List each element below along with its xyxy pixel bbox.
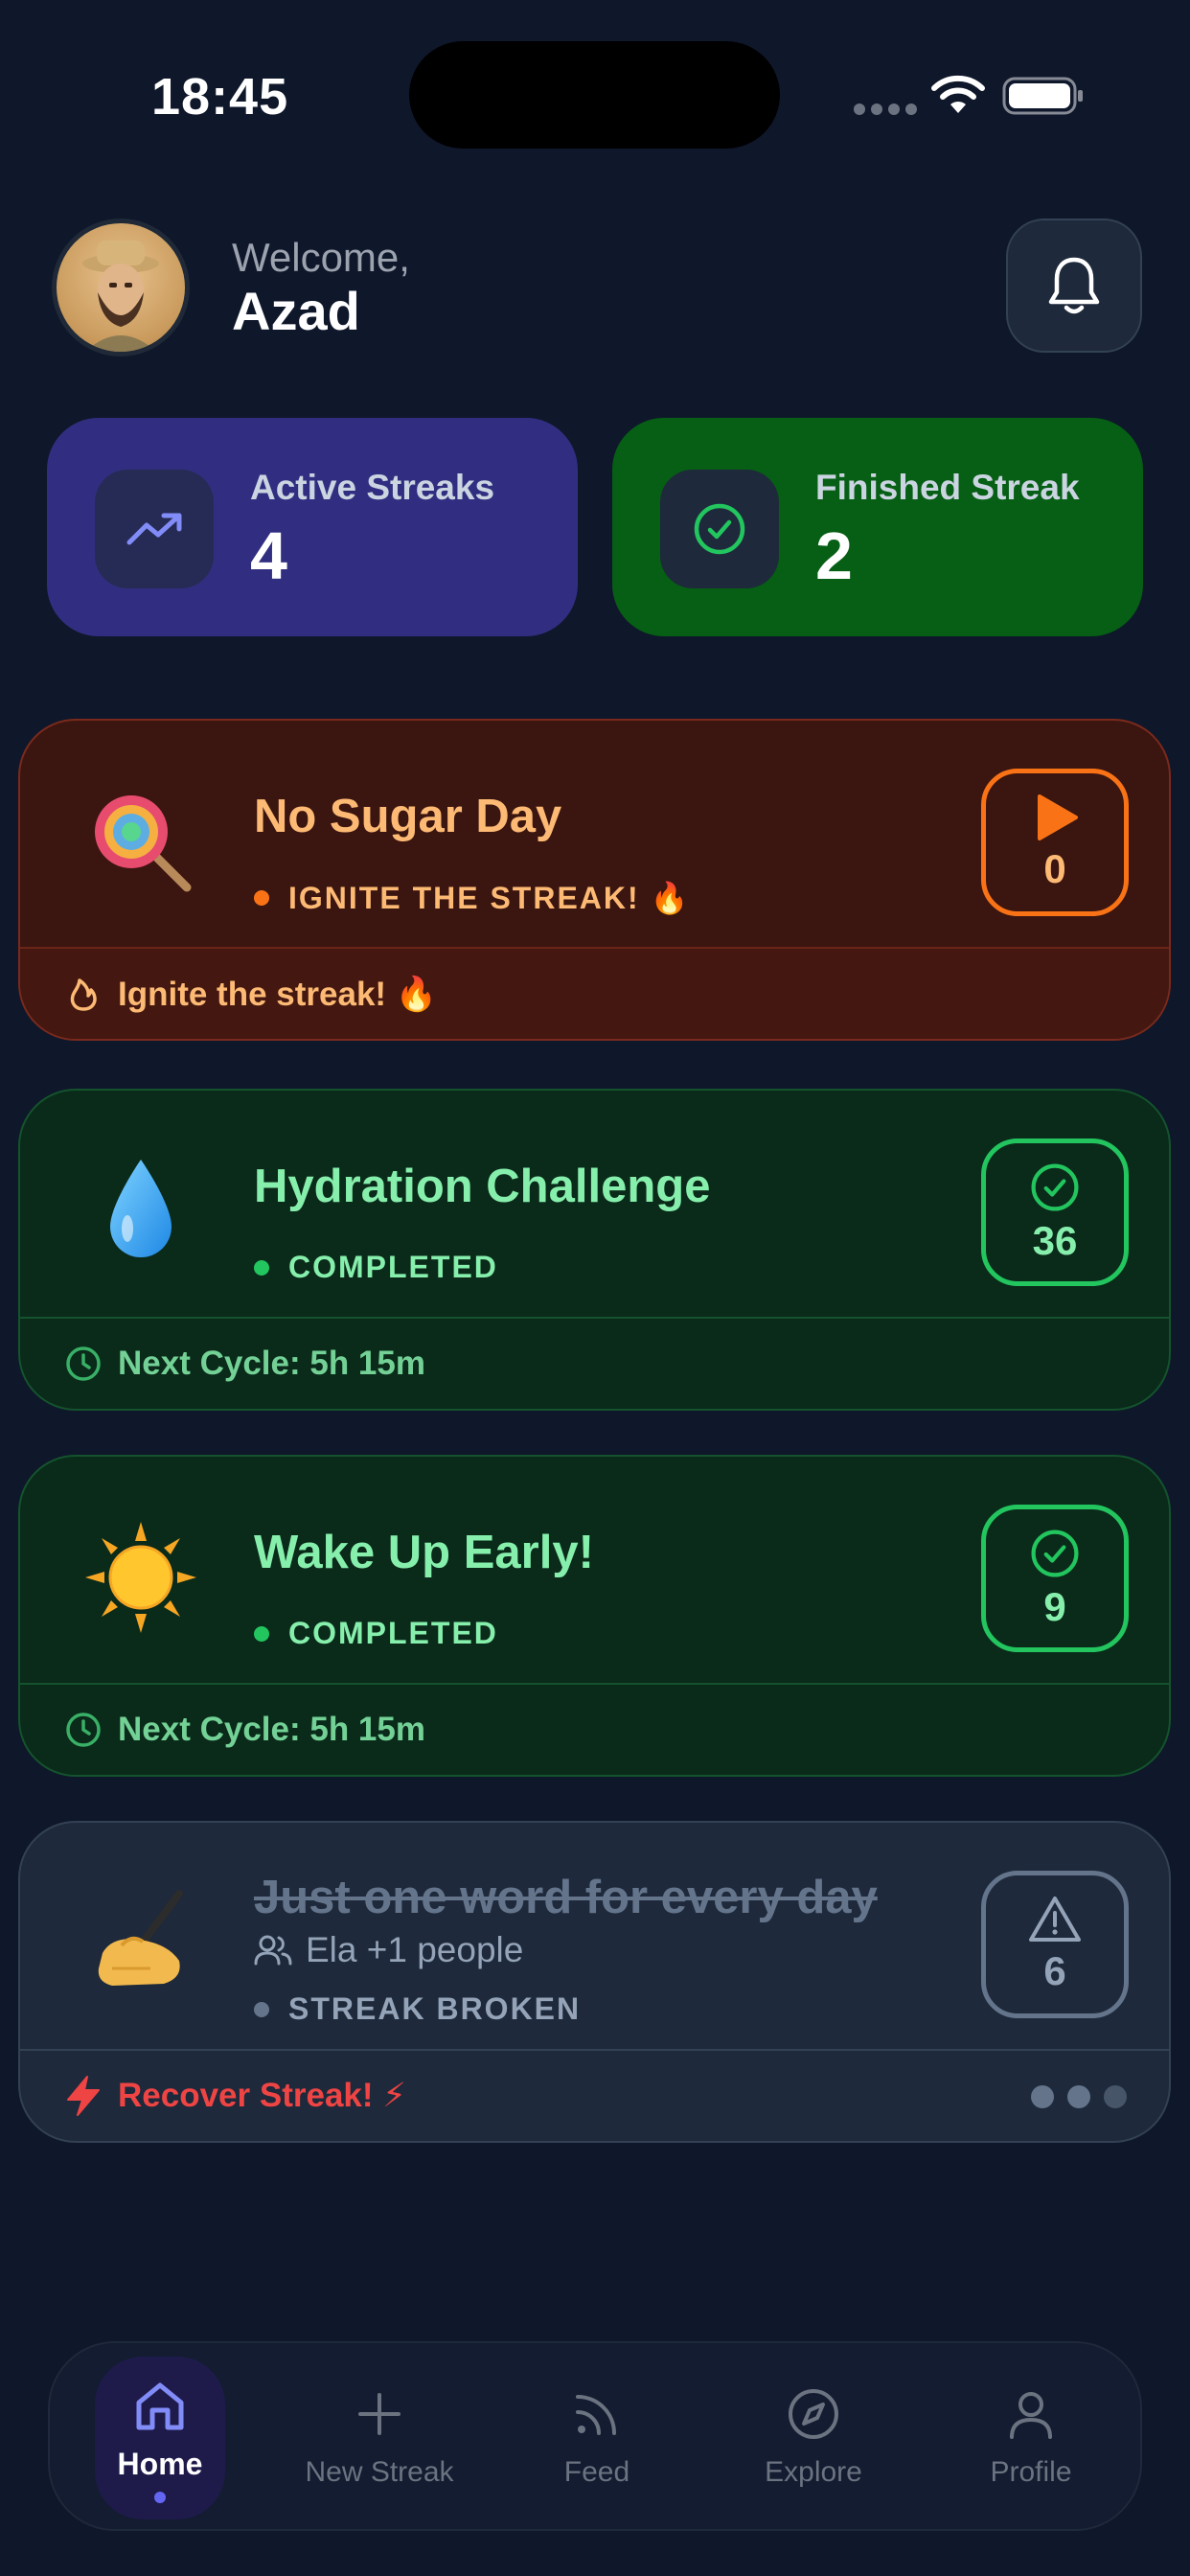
streak-broken-badge[interactable]: 6: [981, 1871, 1129, 2018]
active-streaks-card[interactable]: Active Streaks 4: [47, 418, 578, 636]
wifi-icon: [931, 75, 985, 113]
battery-icon: [1002, 77, 1083, 115]
trending-up-icon: [126, 513, 182, 545]
status-bar: 18:45: [0, 0, 1190, 192]
user-icon: [1010, 2392, 1052, 2439]
flame-icon: [70, 978, 97, 1011]
streak-count: 36: [1032, 1218, 1078, 1263]
finished-streak-card[interactable]: Finished Streak 2: [612, 418, 1143, 636]
streak-count: 9: [1043, 1584, 1066, 1629]
warning-icon: [1029, 1897, 1081, 1942]
streak-card-wake-up-early[interactable]: Wake Up Early! COMPLETED 9 Next Cycle: 5…: [18, 1455, 1171, 1777]
tab-explore[interactable]: Explore: [727, 2357, 900, 2519]
cellular-signal-icon: [854, 104, 917, 115]
users-icon: [254, 1935, 292, 1966]
bell-icon: [1048, 257, 1100, 314]
finished-streak-value: 2: [815, 518, 853, 593]
notifications-button[interactable]: [1006, 218, 1142, 353]
sun-icon: [83, 1520, 198, 1635]
streak-completed-badge[interactable]: 36: [981, 1138, 1129, 1286]
water-drop-icon: [83, 1154, 198, 1269]
active-streaks-value: 4: [250, 518, 287, 593]
recover-streak-button[interactable]: Recover Streak! ⚡: [20, 2049, 1169, 2141]
avatar[interactable]: [52, 218, 190, 356]
streak-title: No Sugar Day: [254, 791, 562, 842]
streak-title: Hydration Challenge: [254, 1161, 711, 1212]
streak-status: IGNITE THE STREAK! 🔥: [254, 880, 690, 916]
play-icon: [1038, 794, 1078, 840]
username: Azad: [232, 281, 360, 341]
streak-title: Just one word for every day: [254, 1872, 878, 1923]
streak-status: COMPLETED: [254, 1250, 498, 1285]
avatar-illustration-icon: [82, 241, 159, 352]
plus-icon: [358, 2393, 400, 2435]
streak-count: 0: [1043, 846, 1066, 891]
streak-completed-badge[interactable]: 9: [981, 1505, 1129, 1652]
streak-card-just-one-word[interactable]: Just one word for every day Ela +1 peopl…: [18, 1821, 1171, 2143]
writing-hand-icon: [83, 1886, 198, 2001]
recover-streak-text: Recover Streak! ⚡: [118, 2077, 406, 2114]
streak-card-hydration-challenge[interactable]: Hydration Challenge COMPLETED 36 Next Cy…: [18, 1089, 1171, 1411]
welcome-text: Welcome,: [232, 235, 410, 280]
streak-footer-text: Ignite the streak! 🔥: [118, 975, 438, 1013]
start-streak-button[interactable]: 0: [981, 769, 1129, 916]
pager-dots: [1031, 2085, 1127, 2108]
tab-bar: Home New Streak Feed Explore Profile: [48, 2341, 1142, 2531]
next-cycle-text: Next Cycle: 5h 15m: [118, 1711, 425, 1748]
finished-streak-label: Finished Streak: [815, 468, 1080, 507]
lollipop-icon: [83, 784, 198, 899]
check-circle-icon: [694, 503, 745, 555]
tab-home[interactable]: Home: [95, 2357, 225, 2519]
streak-title: Wake Up Early!: [254, 1527, 594, 1578]
active-streaks-label: Active Streaks: [250, 468, 495, 507]
compass-icon: [789, 2389, 838, 2439]
check-circle-icon: [1031, 1530, 1079, 1577]
active-tab-indicator: [154, 2492, 166, 2503]
bolt-icon: [67, 2076, 100, 2116]
home-icon: [136, 2382, 184, 2430]
dynamic-island: [409, 41, 780, 149]
streak-status: COMPLETED: [254, 1616, 498, 1651]
clock-icon: [66, 1713, 101, 1747]
next-cycle-text: Next Cycle: 5h 15m: [118, 1345, 425, 1382]
streak-status: STREAK BROKEN: [254, 1991, 581, 2027]
streak-count: 6: [1043, 1948, 1066, 1993]
tab-new-streak[interactable]: New Streak: [293, 2357, 466, 2519]
status-time: 18:45: [151, 68, 289, 126]
tab-profile[interactable]: Profile: [945, 2357, 1117, 2519]
tab-feed[interactable]: Feed: [511, 2357, 683, 2519]
participants: Ela +1 people: [254, 1930, 523, 1970]
streak-card-no-sugar-day[interactable]: No Sugar Day IGNITE THE STREAK! 🔥 0 Igni…: [18, 719, 1171, 1041]
clock-icon: [66, 1346, 101, 1381]
rss-icon: [576, 2395, 616, 2435]
check-circle-icon: [1031, 1163, 1079, 1211]
